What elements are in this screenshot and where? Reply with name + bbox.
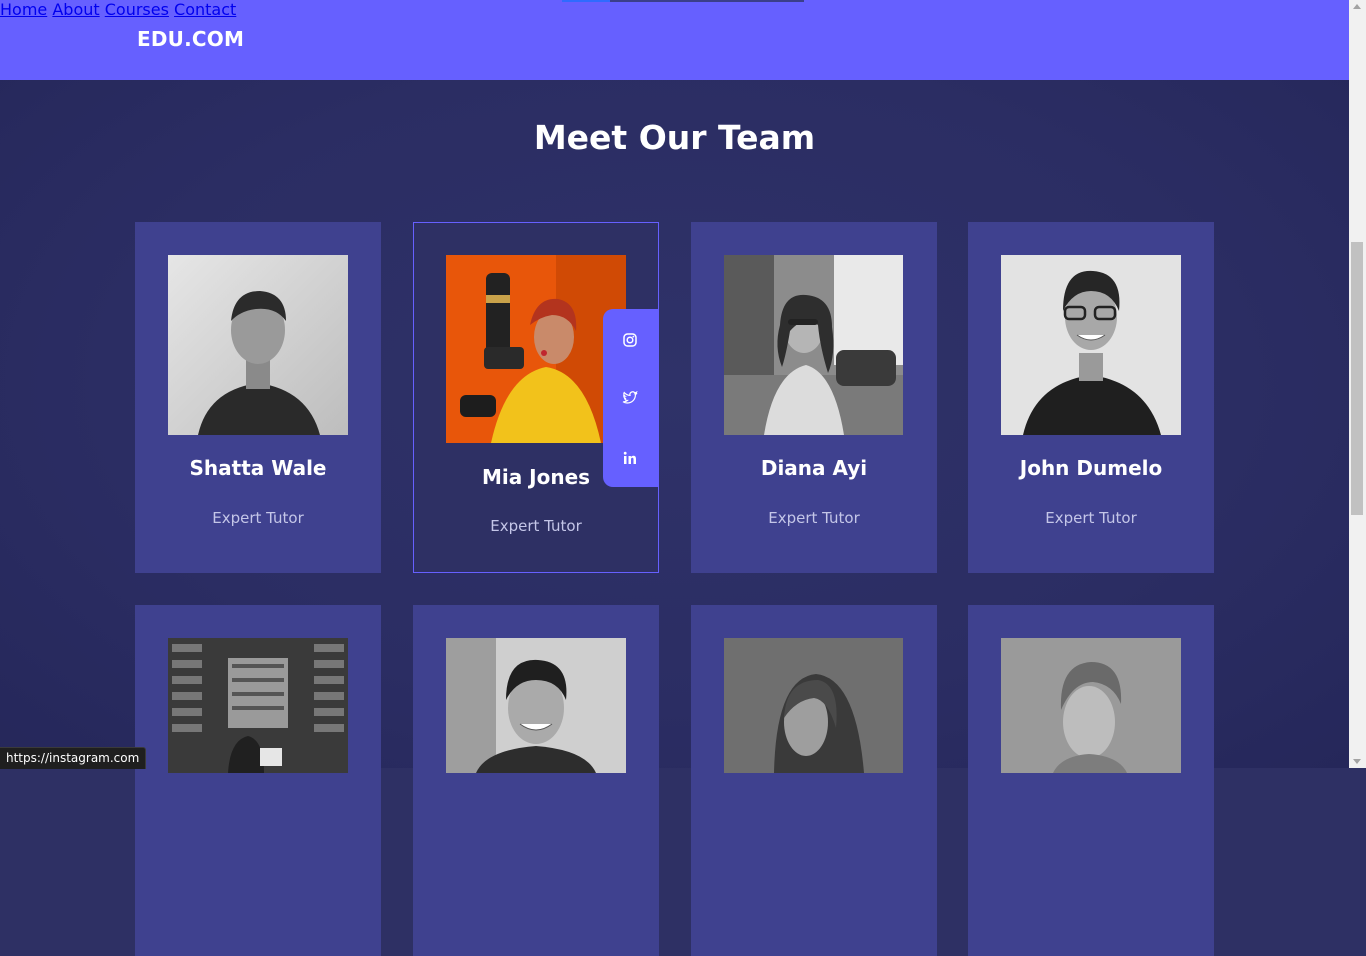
team-member-name: Diana Ayi xyxy=(760,456,868,480)
team-card[interactable]: John Dumelo Expert Tutor xyxy=(968,222,1214,573)
site-header: EDU.COM Home About Courses Contact xyxy=(0,0,1349,80)
team-member-role: Expert Tutor xyxy=(768,509,860,527)
team-card[interactable]: Shatta Wale Expert Tutor xyxy=(135,222,381,573)
team-card[interactable] xyxy=(691,605,937,956)
team-member-photo xyxy=(724,255,903,435)
site-logo[interactable]: EDU.COM xyxy=(137,27,244,51)
loading-bar xyxy=(562,0,804,2)
team-member-name: John Dumelo xyxy=(1019,456,1163,480)
team-member-role: Expert Tutor xyxy=(212,509,304,527)
team-member-role: Expert Tutor xyxy=(1045,509,1137,527)
social-links-panel xyxy=(603,309,659,487)
team-member-photo xyxy=(724,638,903,773)
main-nav: Home About Courses Contact xyxy=(0,0,1349,19)
team-card[interactable] xyxy=(413,605,659,956)
team-member-photo xyxy=(168,638,348,773)
nav-courses[interactable]: Courses xyxy=(105,0,169,19)
team-member-photo xyxy=(446,638,626,773)
team-member-photo xyxy=(168,255,348,435)
team-member-photo xyxy=(446,255,626,443)
nav-home[interactable]: Home xyxy=(0,0,47,19)
section-title: Meet Our Team xyxy=(533,118,816,157)
team-card[interactable] xyxy=(968,605,1214,956)
twitter-icon[interactable] xyxy=(621,389,639,407)
nav-about[interactable]: About xyxy=(52,0,99,19)
instagram-icon[interactable] xyxy=(621,331,639,349)
scroll-down-arrow-icon[interactable] xyxy=(1353,759,1361,764)
team-member-role: Expert Tutor xyxy=(490,517,582,535)
page-background: EDU.COM Home About Courses Contact Meet … xyxy=(0,0,1349,956)
scroll-up-arrow-icon[interactable] xyxy=(1353,4,1361,9)
team-card[interactable] xyxy=(135,605,381,956)
team-member-photo xyxy=(1001,638,1181,773)
linkedin-icon[interactable] xyxy=(621,449,639,467)
team-card[interactable]: Diana Ayi Expert Tutor xyxy=(691,222,937,573)
nav-contact[interactable]: Contact xyxy=(174,0,236,19)
vertical-scrollbar[interactable] xyxy=(1349,0,1366,768)
team-member-name: Shatta Wale xyxy=(189,456,327,480)
team-card[interactable]: Mia Jones Expert Tutor xyxy=(413,222,659,573)
status-bar-url: https://instagram.com xyxy=(0,747,147,769)
scrollbar-thumb[interactable] xyxy=(1351,242,1363,515)
team-member-photo xyxy=(1001,255,1181,435)
